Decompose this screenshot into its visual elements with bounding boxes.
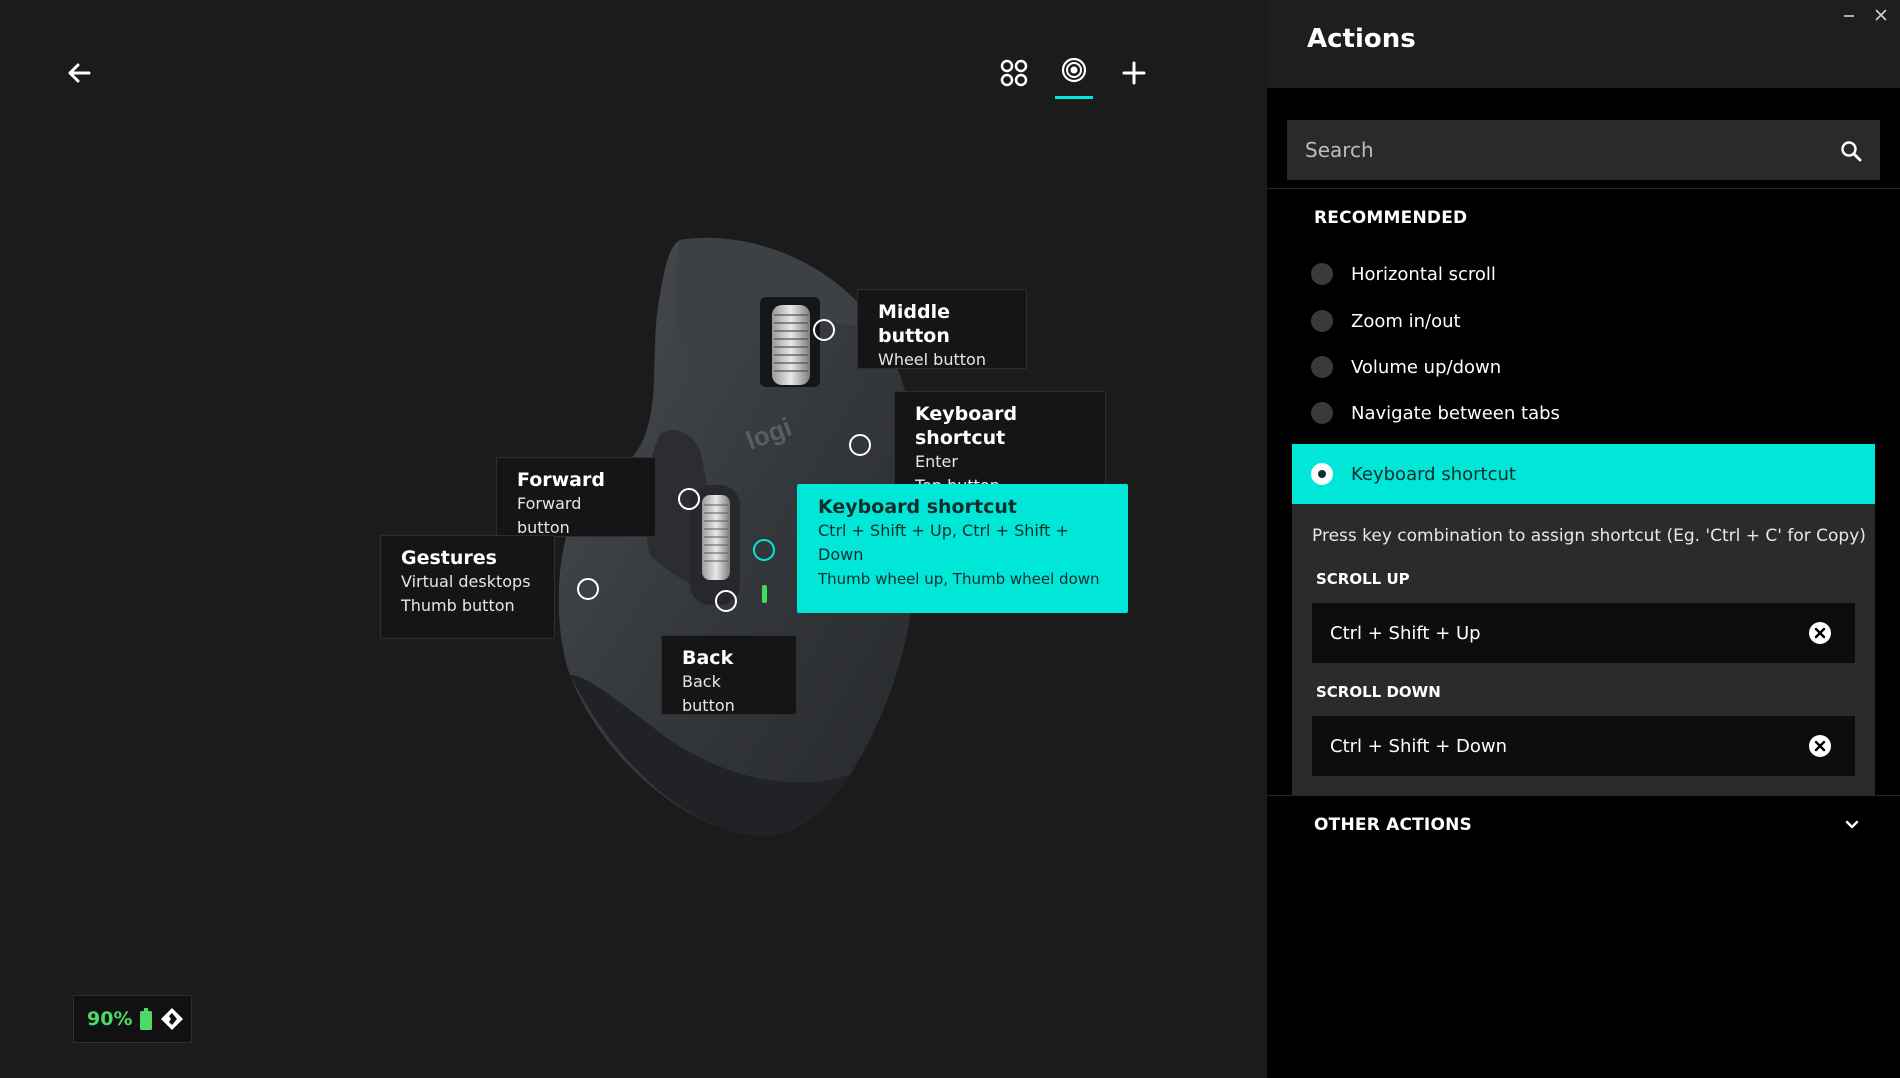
search-input[interactable] [1287, 120, 1880, 180]
close-button[interactable] [1874, 6, 1888, 27]
battery-status: 90% [73, 995, 192, 1043]
label-sub: Back button [682, 672, 735, 715]
scroll-down-label: SCROLL DOWN [1316, 683, 1441, 701]
divider [1267, 188, 1900, 189]
search-box [1287, 120, 1880, 180]
selected-action-card: Keyboard shortcut Press key combination … [1292, 444, 1875, 796]
action-label: Horizontal scroll [1351, 263, 1496, 285]
battery-percent: 90% [87, 1008, 133, 1030]
scroll-down-shortcut-field[interactable]: Ctrl + Shift + Down [1312, 716, 1855, 776]
label-middle-button[interactable]: Middle button Wheel button [857, 289, 1027, 369]
shortcut-value: Ctrl + Shift + Down [1330, 735, 1507, 757]
panel-title: Actions [1307, 24, 1416, 54]
action-option-zoom[interactable]: Zoom in/out [1311, 306, 1871, 336]
hotspot-forward-button[interactable] [678, 488, 700, 510]
device-view: logi Middle button Wheel button Keyboard… [0, 0, 1267, 1078]
label-title: Middle button [878, 301, 951, 347]
mouse-buttons-icon [1061, 57, 1087, 83]
clear-scroll-up-button[interactable] [1809, 622, 1831, 644]
shortcut-hint: Press key combination to assign shortcut… [1312, 526, 1866, 546]
radio-button[interactable] [1311, 310, 1333, 332]
scroll-up-shortcut-field[interactable]: Ctrl + Shift + Up [1312, 603, 1855, 663]
clear-icon [1814, 627, 1826, 639]
hotspot-gestures-button[interactable] [577, 578, 599, 600]
panel-header: Actions [1267, 0, 1900, 88]
hotspot-back-button[interactable] [715, 590, 737, 612]
label-thumb-wheel[interactable]: Keyboard shortcut Ctrl + Shift + Up, Ctr… [797, 484, 1128, 613]
label-title: Keyboard shortcut [915, 403, 1018, 449]
label-top-button[interactable]: Keyboard shortcut Enter Top button [894, 391, 1106, 495]
radio-button[interactable] [1311, 263, 1333, 285]
label-line2: Thumb wheel up, Thumb wheel down [818, 570, 1100, 588]
label-gestures-button[interactable]: Gestures Virtual desktops Thumb button [380, 535, 555, 639]
action-label: Navigate between tabs [1351, 402, 1560, 424]
label-title: Back [682, 647, 734, 669]
label-line2: Thumb button [401, 596, 515, 615]
recommended-heading: RECOMMENDED [1314, 208, 1468, 228]
apps-grid-icon [1000, 59, 1028, 87]
action-label: Zoom in/out [1351, 310, 1461, 332]
action-label: Keyboard shortcut [1351, 463, 1516, 485]
plus-icon [1122, 61, 1146, 85]
other-actions-section[interactable]: OTHER ACTIONS [1267, 795, 1900, 855]
close-icon [1875, 9, 1887, 21]
minimize-button[interactable] [1842, 6, 1856, 27]
clear-icon [1814, 740, 1826, 752]
label-forward-button[interactable]: Forward Forward button [496, 457, 656, 537]
other-actions-heading: OTHER ACTIONS [1314, 815, 1472, 835]
shortcut-value: Ctrl + Shift + Up [1330, 622, 1481, 644]
label-line1: Ctrl + Shift + Up, Ctrl + Shift + Down [818, 521, 1069, 564]
back-button[interactable] [62, 56, 96, 90]
tab-mouse-buttons[interactable] [1056, 52, 1092, 88]
radio-button[interactable] [1311, 402, 1333, 424]
active-tab-indicator [1055, 96, 1093, 99]
hotspot-middle-button[interactable] [813, 319, 835, 341]
radio-button-selected[interactable] [1311, 463, 1333, 485]
action-option-volume[interactable]: Volume up/down [1311, 352, 1871, 382]
action-option-horizontal-scroll[interactable]: Horizontal scroll [1311, 259, 1871, 289]
actions-panel: Actions RECOMMENDED Horizontal scroll Zo… [1267, 0, 1900, 1078]
label-line1: Virtual desktops [401, 572, 531, 591]
label-back-button[interactable]: Back Back button [661, 635, 797, 715]
label-title: Forward [517, 469, 605, 491]
action-label: Volume up/down [1351, 356, 1502, 378]
label-sub: Wheel button [878, 350, 986, 369]
connection-icon [161, 1008, 184, 1030]
clear-scroll-down-button[interactable] [1809, 735, 1831, 757]
chevron-down-icon[interactable] [1844, 817, 1860, 833]
action-option-keyboard-shortcut[interactable]: Keyboard shortcut [1292, 444, 1875, 504]
tab-apps[interactable] [996, 55, 1032, 91]
arrow-left-icon [68, 63, 91, 83]
search-icon[interactable] [1840, 140, 1862, 162]
scroll-up-label: SCROLL UP [1316, 570, 1410, 588]
hotspot-thumb-wheel[interactable] [753, 539, 775, 561]
label-sub: Forward button [517, 494, 582, 537]
label-title: Keyboard shortcut [818, 496, 1017, 518]
action-option-navigate-tabs[interactable]: Navigate between tabs [1311, 398, 1871, 428]
label-title: Gestures [401, 547, 497, 569]
battery-icon [140, 1008, 153, 1030]
hotspot-top-button[interactable] [849, 434, 871, 456]
minimize-icon [1844, 15, 1854, 17]
tab-add[interactable] [1116, 55, 1152, 91]
radio-button[interactable] [1311, 356, 1333, 378]
label-line1: Enter [915, 452, 958, 471]
